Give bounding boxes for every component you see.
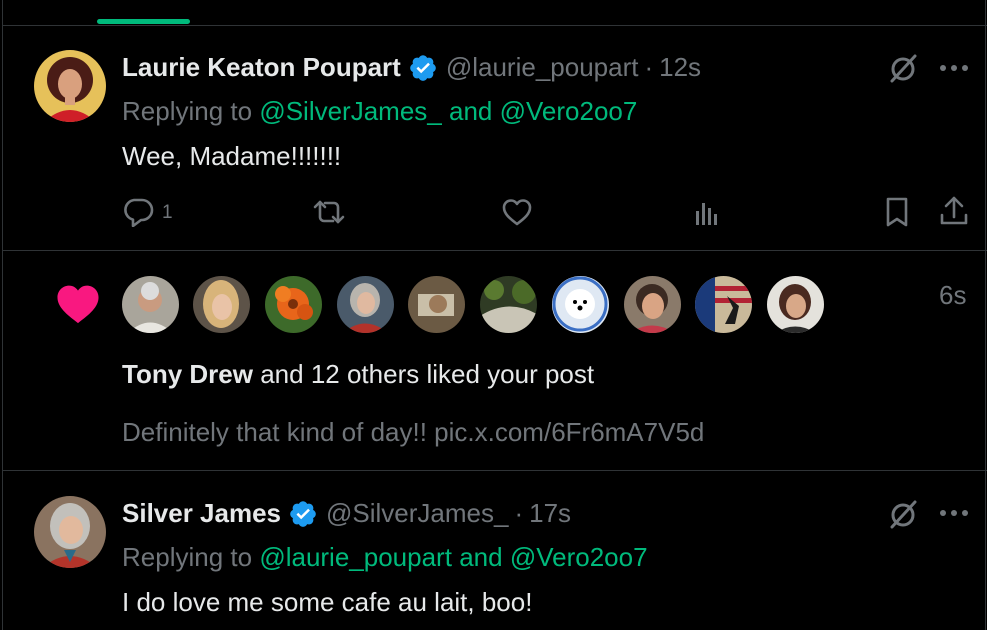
replying-prefix: Replying to [122,96,253,126]
grok-icon[interactable] [884,50,922,86]
verified-icon[interactable] [288,499,318,529]
divider [3,250,987,251]
replying-to: Replying to @SilverJames_ and @Vero2oo7 [122,96,637,127]
views-icon[interactable] [690,196,724,230]
column-border [2,0,3,630]
avatar[interactable] [480,276,537,333]
more-icon[interactable] [936,56,972,80]
avatar[interactable] [624,276,681,333]
separator: · [514,498,524,528]
quoted-post-text[interactable]: Definitely that kind of day!! pic.x.com/… [122,417,704,448]
mention-link[interactable]: @Vero2oo7 [500,96,638,126]
replying-and: and [449,96,493,126]
like-icon[interactable] [499,196,535,228]
notification-summary: and 12 others liked your post [260,359,595,389]
timestamp[interactable]: 12s [659,52,701,83]
divider [3,25,987,26]
mention-link[interactable]: @laurie_poupart [259,542,452,572]
liker-name[interactable]: Tony Drew [122,359,253,389]
notification-message[interactable]: Tony Drew and 12 others liked your post [122,359,594,390]
post-text: I do love me some cafe au lait, boo! [122,587,533,617]
active-tab-indicator [97,19,190,24]
retweet-icon[interactable] [309,195,349,229]
more-icon[interactable] [936,501,972,525]
grok-icon[interactable] [884,496,922,532]
replying-to: Replying to @laurie_poupart and @Vero2oo… [122,542,648,573]
avatar[interactable] [408,276,465,333]
verified-icon[interactable] [408,53,438,83]
reply-icon[interactable] [120,195,156,229]
author-name[interactable]: Laurie Keaton Poupart [122,52,401,83]
avatar[interactable] [337,276,394,333]
share-icon[interactable] [936,193,972,229]
avatar[interactable] [552,276,609,333]
author-handle[interactable]: @SilverJames_ [326,498,508,529]
avatar[interactable] [34,496,106,568]
mention-link[interactable]: @SilverJames_ [259,96,441,126]
replying-and: and [459,542,503,572]
separator: · [644,52,654,82]
bookmark-icon[interactable] [880,194,914,230]
column-border [985,0,986,630]
mention-link[interactable]: @Vero2oo7 [510,542,648,572]
divider [3,470,987,471]
author-handle[interactable]: @laurie_poupart [446,52,639,83]
timestamp[interactable]: 17s [529,498,571,529]
post-text: Wee, Madame!!!!!!! [122,141,342,171]
post-header: Silver James @SilverJames_ · 17s [122,498,571,529]
avatar[interactable] [34,50,106,122]
replying-prefix: Replying to [122,542,253,572]
avatar[interactable] [767,276,824,333]
avatar[interactable] [695,276,752,333]
author-name[interactable]: Silver James [122,498,281,529]
heart-icon [53,280,103,328]
reply-count: 1 [162,202,173,223]
avatar[interactable] [193,276,250,333]
avatar[interactable] [122,276,179,333]
avatar[interactable] [265,276,322,333]
notification-time[interactable]: 6s [939,280,966,311]
post-header: Laurie Keaton Poupart @laurie_poupart · … [122,52,701,83]
